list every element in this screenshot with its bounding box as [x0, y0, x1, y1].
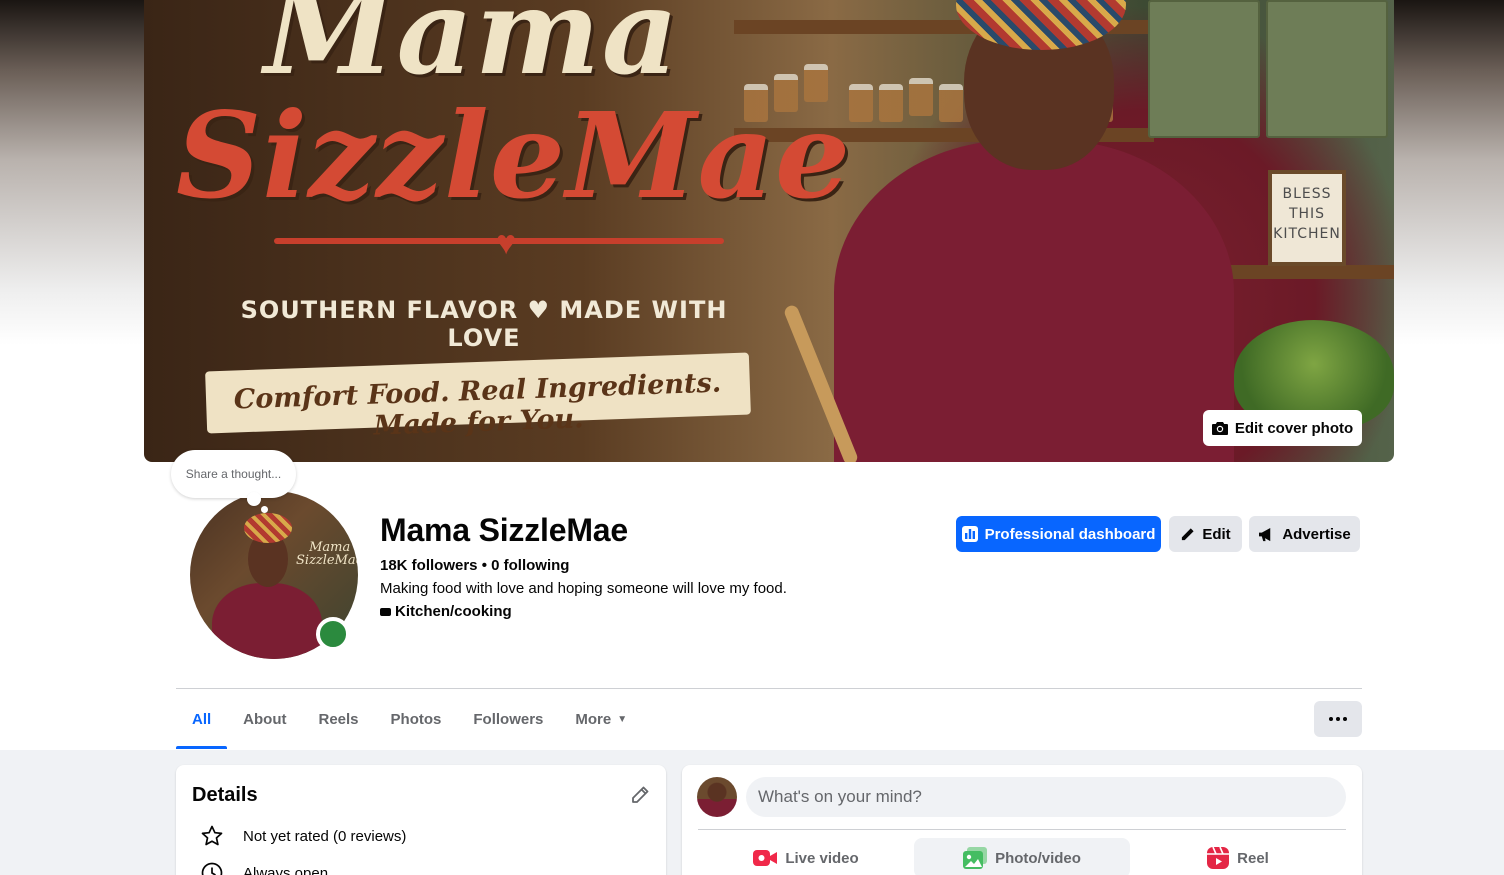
professional-dashboard-label: Professional dashboard	[984, 525, 1156, 543]
sign-line: KITCHEN	[1273, 226, 1341, 242]
spice-jar	[879, 84, 903, 122]
rating-text: Not yet rated (0 reviews)	[243, 827, 407, 845]
tab-all[interactable]: All	[176, 689, 228, 749]
tab-reels[interactable]: Reels	[303, 689, 375, 749]
thought-bubble-tail	[261, 506, 268, 513]
avatar-figure	[212, 583, 322, 659]
live-video-button[interactable]: Live video	[698, 838, 914, 875]
cover-title-line2: SizzleMae	[176, 86, 852, 225]
composer-avatar[interactable]	[697, 777, 737, 817]
cover-photo[interactable]: BLESS THIS KITCHEN Mama SizzleMae ♥ SOUT…	[144, 0, 1394, 462]
pencil-icon	[1182, 527, 1194, 540]
spice-jar	[909, 78, 933, 116]
reel-button[interactable]: Reel	[1130, 838, 1346, 875]
tab-about[interactable]: About	[227, 689, 302, 749]
page-category: Kitchen/cooking	[380, 603, 512, 620]
live-video-icon	[753, 850, 778, 866]
profile-tabs: All About Reels Photos Followers More ▼	[176, 689, 643, 749]
category-label: Kitchen/cooking	[395, 603, 512, 620]
star-icon	[201, 825, 223, 846]
cover-tagline: SOUTHERN FLAVOR ♥ MADE WITH LOVE	[240, 296, 728, 352]
bless-kitchen-sign: BLESS THIS KITCHEN	[1268, 170, 1346, 266]
share-thought-bubble[interactable]: Share a thought...	[171, 450, 296, 498]
tab-label: Followers	[473, 710, 544, 728]
page-title: Mama SizzleMae	[380, 512, 628, 548]
edit-cover-photo-label: Edit cover photo	[1234, 419, 1354, 437]
avatar-logo-text: Mama SizzleMae	[296, 541, 358, 567]
cook-figure	[834, 140, 1234, 462]
tab-more[interactable]: More ▼	[559, 689, 643, 749]
hours-row: Always open	[200, 861, 328, 875]
professional-dashboard-button[interactable]: Professional dashboard	[956, 516, 1161, 552]
details-heading: Details	[192, 784, 258, 806]
rating-row: Not yet rated (0 reviews)	[200, 824, 406, 848]
caret-down-icon: ▼	[617, 713, 628, 725]
reel-icon	[1207, 847, 1230, 869]
photo-video-button[interactable]: Photo/video	[914, 838, 1130, 875]
edit-page-button[interactable]: Edit	[1169, 516, 1242, 552]
spice-jar	[939, 84, 963, 122]
edit-label: Edit	[1202, 525, 1231, 543]
cabinet	[1266, 0, 1388, 138]
cabinet	[1148, 0, 1260, 138]
dashboard-chart-icon	[961, 526, 978, 542]
avatar-logo-line: SizzleMae	[296, 553, 358, 568]
heart-icon: ♥	[496, 224, 517, 262]
photo-icon	[963, 847, 988, 869]
pencil-icon[interactable]	[628, 783, 652, 807]
ellipsis-dot	[1329, 717, 1333, 721]
tab-followers[interactable]: Followers	[457, 689, 559, 749]
tab-label: Photos	[390, 710, 442, 728]
tab-photos[interactable]: Photos	[375, 689, 458, 749]
avatar-headwrap	[244, 513, 292, 543]
edit-cover-photo-button[interactable]: Edit cover photo	[1203, 410, 1362, 446]
online-status-indicator	[316, 617, 350, 651]
post-composer-input[interactable]: What's on your mind?	[746, 777, 1346, 817]
clock-icon	[201, 862, 223, 875]
megaphone-icon	[1259, 527, 1271, 541]
more-options-button[interactable]	[1314, 701, 1362, 737]
photo-video-label: Photo/video	[995, 849, 1081, 867]
sign-line: THIS	[1288, 206, 1326, 222]
tab-label: Reels	[318, 710, 359, 728]
ellipsis-dot	[1336, 717, 1340, 721]
details-card: Details Not yet rated (0 reviews) Always…	[176, 765, 666, 875]
spice-jar	[849, 84, 873, 122]
tab-label: More	[575, 710, 612, 728]
post-composer-card: What's on your mind? Live video Photo/vi…	[682, 765, 1362, 875]
hours-text: Always open	[243, 864, 329, 875]
tab-label: About	[243, 710, 287, 728]
sign-line: BLESS	[1282, 186, 1332, 202]
tab-label: All	[192, 710, 212, 728]
composer-actions: Live video Photo/video Reel	[698, 838, 1346, 875]
live-video-label: Live video	[785, 849, 859, 867]
follower-stats[interactable]: 18K followers • 0 following	[380, 557, 569, 574]
thought-bubble-tail	[247, 492, 261, 506]
advertise-button[interactable]: Advertise	[1249, 516, 1360, 552]
reel-label: Reel	[1237, 849, 1269, 867]
advertise-label: Advertise	[1282, 525, 1351, 543]
camera-icon	[1211, 422, 1228, 435]
composer-divider	[698, 829, 1346, 830]
page-bio: Making food with love and hoping someone…	[380, 580, 787, 597]
ellipsis-dot	[1343, 717, 1347, 721]
briefcase-icon	[380, 607, 391, 616]
share-thought-label: Share a thought...	[185, 467, 282, 481]
composer-placeholder: What's on your mind?	[758, 787, 922, 806]
